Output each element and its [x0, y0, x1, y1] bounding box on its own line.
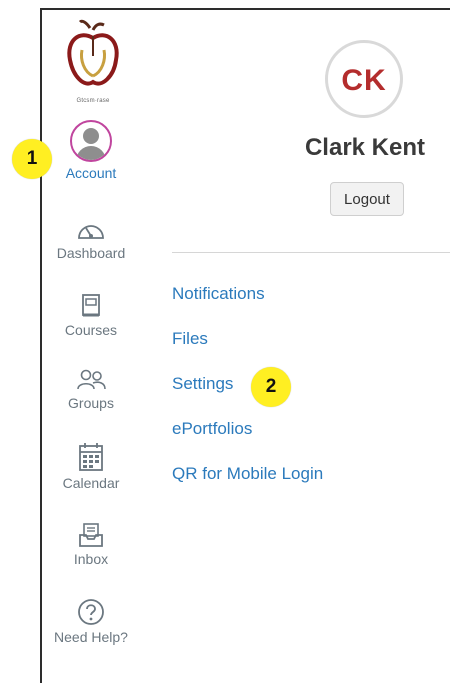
profile-avatar: CK [325, 40, 403, 118]
global-nav-sidebar: Gtcsm·rase Account Dashboard Courses Gro… [42, 10, 140, 683]
menu-link-settings[interactable]: Settings [172, 374, 233, 394]
nav-label-courses: Courses [64, 322, 118, 338]
institution-logo[interactable]: Gtcsm·rase [60, 16, 126, 106]
menu-link-eportfolios[interactable]: ePortfolios [172, 419, 252, 439]
nav-item-groups[interactable]: Groups [42, 368, 140, 411]
calendar-icon [79, 443, 103, 471]
nav-item-dashboard[interactable]: Dashboard [42, 218, 140, 261]
nav-label-account: Account [65, 165, 117, 181]
people-icon [77, 369, 106, 390]
nav-label-help: Need Help? [54, 629, 128, 645]
nav-item-inbox[interactable]: Inbox [42, 522, 140, 567]
apple-logo-icon [67, 19, 119, 86]
logo-caption: Gtcsm·rase [76, 98, 110, 104]
nav-label-inbox: Inbox [73, 551, 109, 567]
nav-item-calendar[interactable]: Calendar [42, 442, 140, 491]
nav-label-calendar: Calendar [62, 475, 120, 491]
nav-item-help[interactable]: Need Help? [42, 598, 140, 645]
tray-divider [172, 252, 450, 253]
menu-link-qr-login[interactable]: QR for Mobile Login [172, 464, 323, 484]
nav-label-dashboard: Dashboard [56, 245, 126, 261]
menu-link-notifications[interactable]: Notifications [172, 284, 265, 304]
inbox-icon [79, 523, 103, 547]
profile-name: Clark Kent [304, 134, 426, 161]
logout-button[interactable]: Logout [330, 182, 404, 216]
nav-item-courses[interactable]: Courses [42, 293, 140, 338]
book-icon [82, 294, 100, 317]
callout-badge-1: 1 [12, 139, 52, 179]
nav-item-account[interactable]: Account [42, 120, 140, 181]
speedometer-icon [78, 225, 104, 239]
menu-link-files[interactable]: Files [172, 329, 208, 349]
account-tray: CK Clark Kent Logout Notifications Files… [142, 10, 450, 683]
user-avatar-icon [70, 120, 112, 162]
nav-label-groups: Groups [68, 395, 114, 411]
question-icon [78, 599, 104, 625]
